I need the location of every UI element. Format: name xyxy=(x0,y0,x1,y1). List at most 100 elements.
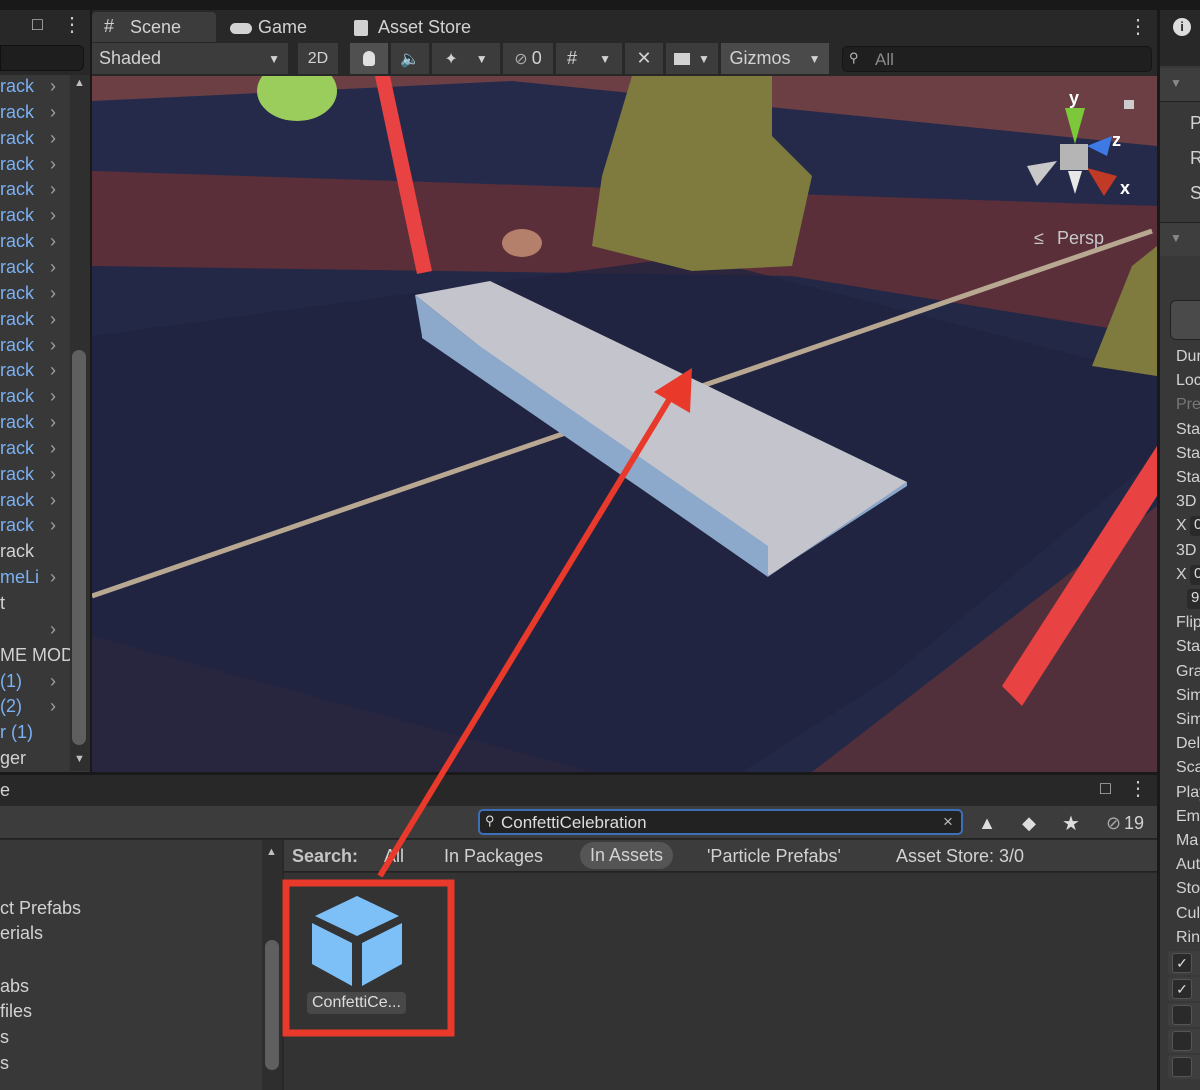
folder-item[interactable]: ct Prefabs xyxy=(0,898,81,919)
hierarchy-item[interactable]: rack › xyxy=(0,281,70,306)
chevron-right-icon[interactable]: › xyxy=(50,203,56,228)
hierarchy-item[interactable]: r (1) xyxy=(0,720,70,745)
scrollbar-thumb[interactable] xyxy=(72,350,86,745)
clear-search-icon[interactable]: × xyxy=(943,812,953,832)
audio-toggle[interactable]: 🔈 xyxy=(391,43,429,74)
tab-scene[interactable]: # Scene xyxy=(92,12,216,43)
hierarchy-item[interactable]: rack › xyxy=(0,462,70,487)
chevron-right-icon[interactable]: › xyxy=(50,177,56,202)
project-search-input[interactable]: ⚲ ConfettiCelebration × xyxy=(478,809,963,835)
hierarchy-item[interactable]: rack › xyxy=(0,229,70,254)
asset-item-confetti-celebration[interactable]: ConfettiCe... xyxy=(300,890,430,1025)
hierarchy-item[interactable]: rack › xyxy=(0,513,70,538)
hierarchy-item[interactable]: rack › xyxy=(0,358,70,383)
scene-viewport[interactable]: y z x Persp ≤ xyxy=(92,76,1157,772)
hierarchy-item[interactable]: rack › xyxy=(0,177,70,202)
hierarchy-item[interactable]: rack › xyxy=(0,152,70,177)
hierarchy-item[interactable]: t xyxy=(0,591,70,616)
hierarchy-item[interactable]: rack › xyxy=(0,436,70,461)
hierarchy-item[interactable]: (2) › xyxy=(0,694,70,719)
scroll-down-icon[interactable]: ▼ xyxy=(74,753,85,765)
hierarchy-item[interactable]: rack › xyxy=(0,307,70,332)
inspector-number-field[interactable]: 0 xyxy=(1190,564,1200,585)
chevron-right-icon[interactable]: › xyxy=(50,488,56,513)
more-options-icon[interactable]: ⋮ xyxy=(1128,776,1148,801)
scope-asset-store[interactable]: Asset Store: 3/0 xyxy=(896,846,1024,867)
hierarchy-item[interactable]: rack › xyxy=(0,100,70,125)
projection-label[interactable]: Persp xyxy=(1057,228,1104,248)
chevron-right-icon[interactable]: › xyxy=(50,436,56,461)
grid-snapping-dropdown[interactable]: # ▼ xyxy=(556,43,622,74)
scope-particle-prefabs[interactable]: 'Particle Prefabs' xyxy=(707,846,841,867)
chevron-right-icon[interactable]: › xyxy=(50,281,56,306)
tab-asset-store[interactable]: Asset Store xyxy=(350,12,500,42)
folder-item[interactable]: abs xyxy=(0,976,29,997)
particle-system-header[interactable]: ▼ xyxy=(1160,222,1200,256)
chevron-right-icon[interactable]: › xyxy=(50,410,56,435)
chevron-right-icon[interactable]: › xyxy=(50,565,56,590)
more-options-icon[interactable]: ⋮ xyxy=(62,12,82,37)
chevron-right-icon[interactable]: › xyxy=(50,462,56,487)
scrollbar-thumb[interactable] xyxy=(265,940,279,1070)
chevron-right-icon[interactable]: › xyxy=(50,669,56,694)
hierarchy-scrollbar[interactable]: ▲ ▼ xyxy=(70,75,90,771)
scene-visibility-toggle[interactable]: ⊘ 0 xyxy=(503,43,553,74)
hierarchy-search-input[interactable] xyxy=(0,45,84,71)
lock-icon[interactable]: □ xyxy=(32,14,43,35)
folder-item[interactable]: erials xyxy=(0,923,43,944)
chevron-right-icon[interactable]: › xyxy=(50,74,56,99)
hierarchy-item[interactable]: (1) › xyxy=(0,669,70,694)
chevron-right-icon[interactable]: › xyxy=(50,513,56,538)
shading-mode-dropdown[interactable]: Shaded ▼ xyxy=(92,43,288,74)
inspector-number-field[interactable]: 9 xyxy=(1187,589,1200,609)
favorites-button[interactable]: ★ xyxy=(1052,808,1090,838)
hierarchy-item[interactable]: rack › xyxy=(0,410,70,435)
hierarchy-item[interactable]: rack › xyxy=(0,74,70,99)
effects-dropdown[interactable]: ✦ ▼ xyxy=(432,43,500,74)
chevron-right-icon[interactable]: › xyxy=(50,617,56,642)
chevron-right-icon[interactable]: › xyxy=(50,100,56,125)
camera-dropdown[interactable]: ▼ xyxy=(666,43,718,74)
hierarchy-item[interactable]: rack › xyxy=(0,126,70,151)
hierarchy-item[interactable]: rack xyxy=(0,539,70,564)
chevron-right-icon[interactable]: › xyxy=(50,384,56,409)
hierarchy-item[interactable]: rack › xyxy=(0,203,70,228)
hierarchy-item[interactable]: ger xyxy=(0,746,70,771)
tools-button[interactable]: ✕ xyxy=(625,43,663,74)
chevron-right-icon[interactable]: › xyxy=(50,333,56,358)
project-tree-scrollbar[interactable]: ▲ xyxy=(262,840,282,1090)
scroll-up-icon[interactable]: ▲ xyxy=(266,846,277,858)
folder-item[interactable]: s xyxy=(0,1053,9,1074)
module-enabled-checkbox[interactable]: ✓ xyxy=(1172,979,1192,999)
search-by-type-button[interactable]: ▲ xyxy=(968,808,1006,838)
chevron-right-icon[interactable]: › xyxy=(50,307,56,332)
particle-system-preview-button[interactable] xyxy=(1170,300,1200,340)
hierarchy-item[interactable]: rack › xyxy=(0,488,70,513)
module-enabled-checkbox[interactable] xyxy=(1172,1005,1192,1025)
module-enabled-checkbox[interactable]: ✓ xyxy=(1172,953,1192,973)
hierarchy-item[interactable]: meLi › xyxy=(0,565,70,590)
folder-item[interactable]: s xyxy=(0,1027,9,1048)
module-enabled-checkbox[interactable] xyxy=(1172,1057,1192,1077)
more-options-icon[interactable]: ⋮ xyxy=(1128,14,1148,39)
chevron-right-icon[interactable]: › xyxy=(50,255,56,280)
module-enabled-checkbox[interactable] xyxy=(1172,1031,1192,1051)
gizmos-dropdown[interactable]: Gizmos ▼ xyxy=(721,43,829,74)
2d-toggle[interactable]: 2D xyxy=(298,43,338,74)
tab-game[interactable]: Game xyxy=(226,12,336,42)
scope-in-packages[interactable]: In Packages xyxy=(444,846,543,867)
scope-all[interactable]: All xyxy=(384,846,404,867)
scene-search-input[interactable]: ⚲ All xyxy=(842,46,1152,72)
scroll-up-icon[interactable]: ▲ xyxy=(74,77,85,89)
folder-item[interactable]: files xyxy=(0,1001,32,1022)
chevron-right-icon[interactable]: › xyxy=(50,126,56,151)
hidden-packages-toggle[interactable]: ⊘ 19 xyxy=(1094,808,1156,838)
chevron-right-icon[interactable]: › xyxy=(50,694,56,719)
inspector-tab[interactable]: i xyxy=(1160,10,1200,66)
chevron-right-icon[interactable]: › xyxy=(50,358,56,383)
chevron-right-icon[interactable]: › xyxy=(50,152,56,177)
hierarchy-item[interactable]: › xyxy=(0,617,70,642)
scope-in-assets[interactable]: In Assets xyxy=(580,842,674,869)
search-by-label-button[interactable]: ◆ xyxy=(1010,808,1048,838)
hierarchy-item[interactable]: rack › xyxy=(0,333,70,358)
